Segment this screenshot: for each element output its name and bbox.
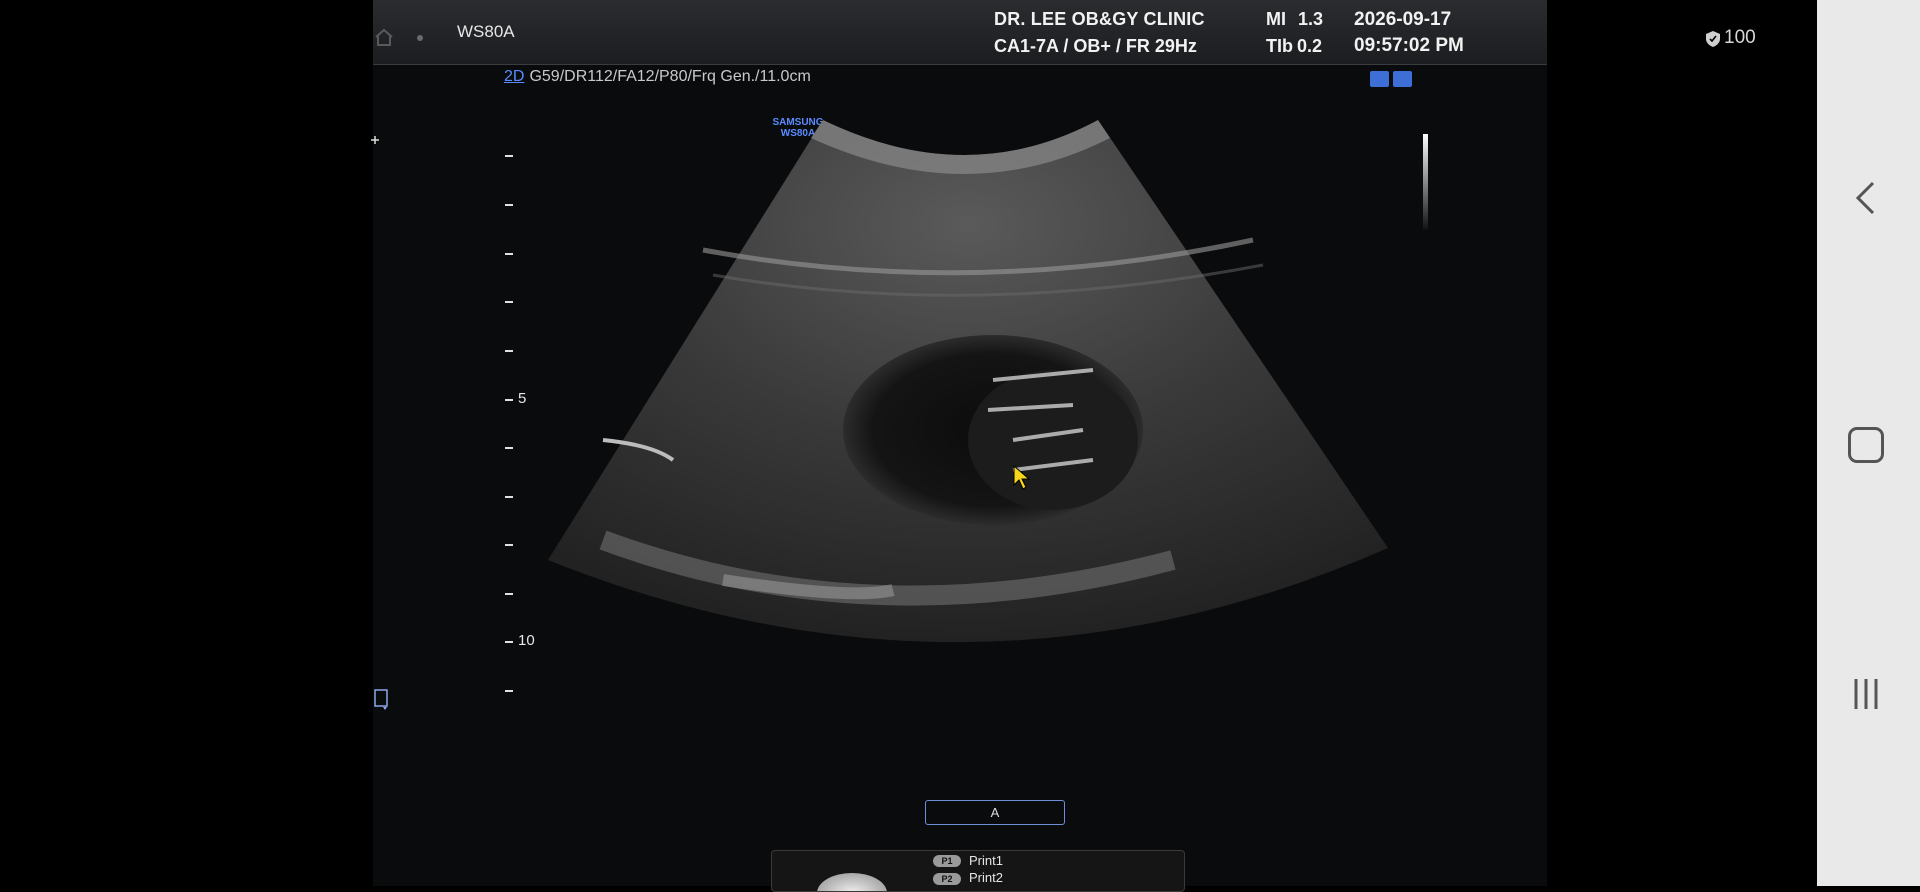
depth-tick bbox=[505, 301, 513, 303]
depth-tick bbox=[505, 593, 513, 595]
depth-tick bbox=[505, 544, 513, 546]
side-box-icon bbox=[374, 689, 388, 710]
trackball-icon[interactable] bbox=[817, 873, 887, 891]
depth-tick bbox=[505, 641, 513, 643]
p1-badge: P1 bbox=[933, 855, 961, 867]
grayscale-bar bbox=[1423, 134, 1428, 230]
print2-label[interactable]: Print2 bbox=[969, 870, 1003, 885]
depth-tick bbox=[505, 350, 513, 352]
depth-tick bbox=[505, 155, 513, 157]
battery-level: 100 bbox=[1724, 27, 1756, 48]
depth-scale: 5 10 bbox=[500, 0, 580, 700]
depth-tick bbox=[505, 447, 513, 449]
shield-icon bbox=[1706, 31, 1720, 47]
depth-label-10: 10 bbox=[518, 632, 535, 649]
depth-tick bbox=[505, 496, 513, 498]
annotation-button[interactable]: A bbox=[925, 800, 1065, 825]
depth-tick bbox=[505, 690, 513, 692]
depth-tick bbox=[505, 253, 513, 255]
back-icon[interactable] bbox=[1853, 180, 1879, 216]
depth-label-5: 5 bbox=[518, 390, 527, 407]
depth-tick bbox=[505, 399, 513, 401]
recents-icon[interactable] bbox=[1851, 677, 1881, 711]
mouse-pointer-icon bbox=[1013, 465, 1031, 490]
focus-marker-icon bbox=[371, 136, 379, 144]
print1-label[interactable]: Print1 bbox=[969, 853, 1003, 868]
right-letterbox bbox=[1547, 0, 1817, 886]
depth-tick bbox=[505, 204, 513, 206]
home-button-icon[interactable] bbox=[1848, 427, 1884, 463]
left-letterbox bbox=[0, 0, 373, 886]
p2-badge: P2 bbox=[933, 873, 961, 885]
